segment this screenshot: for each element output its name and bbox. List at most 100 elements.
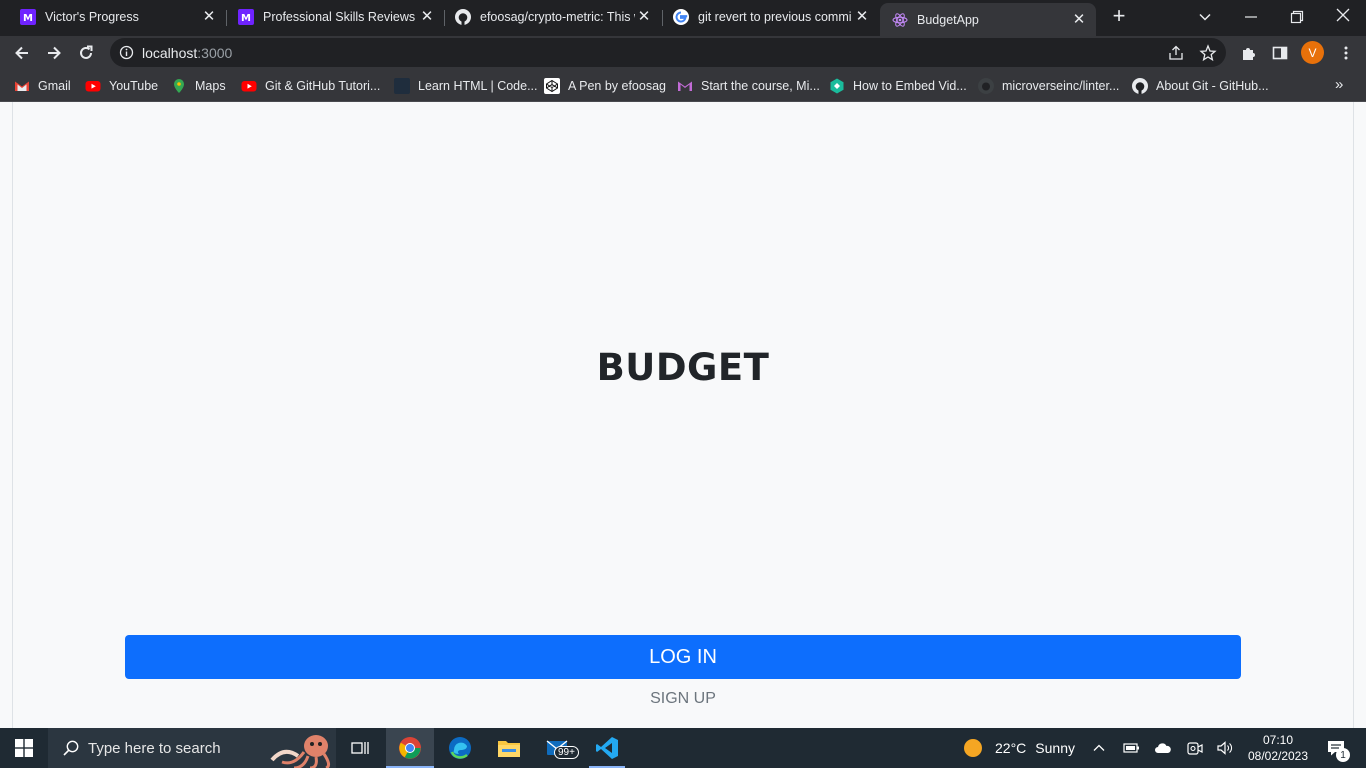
weather-widget[interactable]: 22°C Sunny [962,728,1082,768]
clock-date: 08/02/2023 [1247,749,1309,763]
url-text[interactable]: localhost:3000 [142,45,232,61]
bookmark-label: Maps [195,79,226,93]
url-host: localhost [142,45,198,61]
chrome-icon [399,737,421,759]
taskbar-vscode-app[interactable] [583,728,631,768]
taskbar-search-box[interactable]: Type here to search [48,728,336,768]
bookmark-git-github-tutorial[interactable]: Git & GitHub Tutori... [241,76,380,96]
svg-text:M: M [23,13,33,24]
tab-search-chevron-icon[interactable] [1196,8,1214,26]
bookmark-label: YouTube [109,79,159,93]
task-view-icon[interactable] [344,728,376,768]
tab-victors-progress[interactable]: M Victor's Progress ✕ [0,0,226,34]
volume-speaker-icon[interactable] [1214,728,1238,768]
edge-icon [449,737,471,759]
reload-icon[interactable] [74,41,98,65]
battery-icon[interactable] [1120,728,1142,768]
tab-git-revert[interactable]: git revert to previous commi ✕ [653,0,879,34]
gmail-icon [678,81,692,91]
bookmark-star-icon[interactable] [1199,44,1217,62]
bookmark-label: Gmail [38,79,71,93]
search-highlight-octopus-icon [270,735,331,768]
weather-description: Sunny [1035,740,1075,756]
tab-title: Victor's Progress [45,10,139,24]
action-center-notifications-icon[interactable]: 1 [1320,728,1352,768]
taskbar-mail-app[interactable]: 99+ [534,728,582,768]
bookmark-start-course[interactable]: Start the course, Mi... [677,76,820,96]
tab-budgetapp[interactable]: BudgetApp ✕ [880,3,1096,36]
close-tab-icon[interactable]: ✕ [1070,11,1088,29]
new-tab-button[interactable]: + [1108,5,1130,28]
url-port: :3000 [197,45,233,61]
windows-taskbar: Type here to search 99+ 22°C Sunny 07:10… [0,728,1366,768]
page-border-left [12,102,13,728]
profile-avatar[interactable]: V [1301,41,1324,64]
system-clock[interactable]: 07:10 08/02/2023 [1240,728,1316,768]
microverse-icon: M [20,9,36,25]
bookmark-maps[interactable]: Maps [171,76,226,96]
react-icon [892,12,908,27]
bookmark-label: Start the course, Mi... [701,79,820,93]
bookmark-about-git[interactable]: About Git - GitHub... [1132,76,1269,96]
signup-link[interactable]: SIGN UP [0,690,1366,708]
bookmark-gmail[interactable]: Gmail [14,76,71,96]
site-info-icon[interactable] [119,45,134,60]
share-icon[interactable] [1167,44,1185,62]
forward-arrow-icon[interactable] [42,41,66,65]
bookmark-embed-video[interactable]: How to Embed Vid... [829,76,967,96]
youtube-icon [85,81,101,92]
page-viewport: BUDGET LOG IN SIGN UP [0,102,1366,728]
back-arrow-icon[interactable] [10,41,34,65]
search-icon [63,740,79,756]
bookmark-label: Learn HTML | Code... [418,79,538,93]
tab-professional-skills[interactable]: M Professional Skills Reviews ✕ [218,0,444,34]
taskbar-file-explorer-app[interactable] [485,728,533,768]
tab-title: efoosag/crypto-metric: This w [480,10,635,24]
google-icon [673,9,689,25]
youtube-icon [241,81,257,92]
login-button[interactable]: LOG IN [125,635,1241,679]
bookmark-label: A Pen by efoosag [568,79,666,93]
taskbar-chrome-app[interactable] [386,728,434,768]
bookmark-label: How to Embed Vid... [853,79,967,93]
restore-icon[interactable] [1288,8,1306,26]
bookmark-youtube[interactable]: YouTube [85,76,158,96]
address-bar[interactable]: localhost:3000 [110,38,1226,67]
show-hidden-icons-chevron-icon[interactable] [1088,728,1110,768]
bookmark-learn-html[interactable]: Learn HTML | Code... [394,76,538,96]
search-placeholder: Type here to search [88,739,221,757]
microverse-icon: M [238,9,254,25]
side-panel-icon[interactable] [1268,41,1292,65]
mail-badge: 99+ [554,746,579,759]
gmail-icon [15,81,29,91]
meet-now-icon[interactable] [1184,728,1206,768]
folder-icon [498,741,520,757]
svg-text:M: M [241,13,251,24]
close-tab-icon[interactable]: ✕ [418,8,436,26]
taskbar-edge-app[interactable] [436,728,484,768]
bookmarks-bar: Gmail YouTube Maps Git & GitHub Tutori..… [0,70,1366,102]
close-tab-icon[interactable]: ✕ [853,8,871,26]
minimize-icon[interactable] [1242,8,1260,26]
vscode-icon [596,737,618,759]
onedrive-cloud-icon[interactable] [1152,728,1174,768]
weather-temperature: 22°C [995,740,1027,756]
github-icon [455,9,471,25]
codecademy-icon [394,78,410,94]
close-window-icon[interactable] [1334,6,1352,24]
codepen-icon [544,78,560,94]
bookmarks-overflow-chevron-icon[interactable]: » [1335,77,1351,93]
windows-start-icon[interactable] [0,728,48,768]
close-tab-icon[interactable]: ✕ [635,8,653,26]
kebab-menu-icon[interactable] [1334,41,1358,65]
close-tab-icon[interactable]: ✕ [200,8,218,26]
notification-count-badge: 1 [1336,748,1350,762]
bookmark-codepen[interactable]: A Pen by efoosag [544,76,666,96]
bookmark-label: About Git - GitHub... [1156,79,1269,93]
sun-icon [964,739,982,757]
browser-toolbar: localhost:3000 V [0,36,1366,70]
tab-title: git revert to previous commi [698,10,852,24]
extensions-puzzle-icon[interactable] [1236,41,1260,65]
bookmark-microverse-linter[interactable]: microverseinc/linter... [978,76,1119,96]
tab-crypto-metric[interactable]: efoosag/crypto-metric: This w ✕ [435,0,661,34]
